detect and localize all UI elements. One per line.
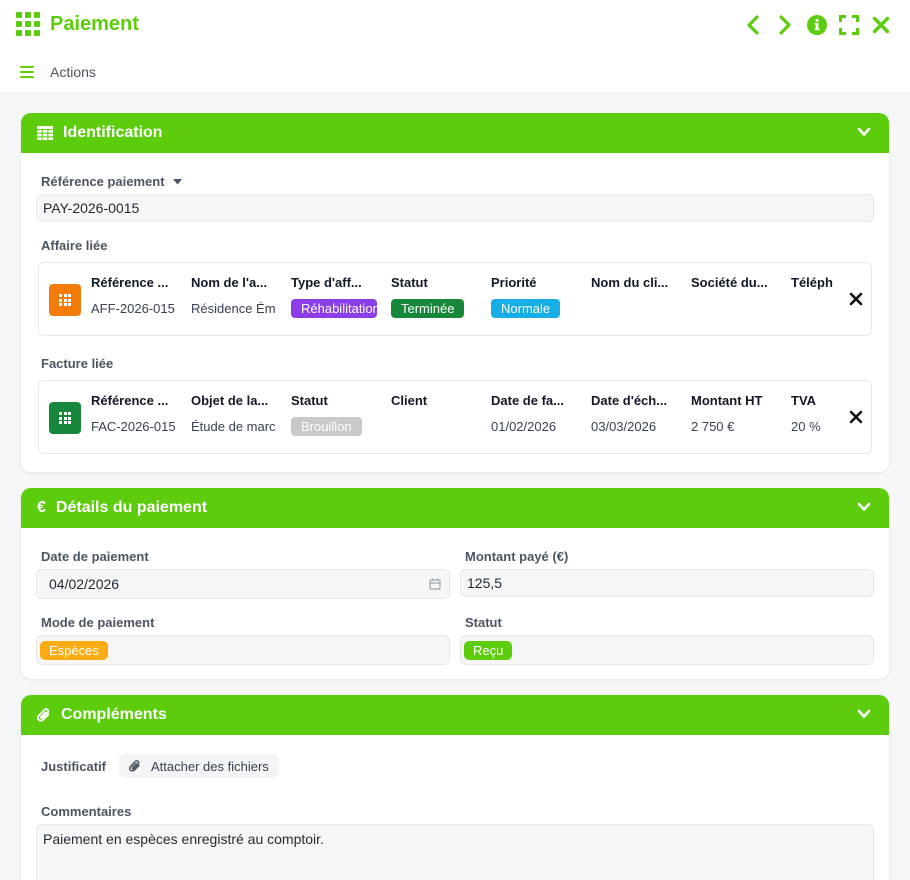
fullscreen-button[interactable]: [838, 14, 860, 36]
affaire-col-nom: Nom de l'a... Résidence Ém: [191, 275, 276, 316]
chevron-down-icon: [857, 502, 871, 511]
payment-details-header[interactable]: € Détails du paiement: [21, 488, 889, 528]
facture-label: Facture liée: [41, 356, 114, 371]
reference-field[interactable]: PAY-2026-0015: [36, 194, 874, 222]
comments-textarea[interactable]: Paiement en espèces enregistré au compto…: [36, 824, 874, 880]
date-field[interactable]: 04/02/2026: [36, 569, 450, 599]
date-label: Date de paiement: [41, 549, 149, 564]
complements-section: Compléments Justificatif Attacher des fi…: [21, 695, 889, 880]
menu-icon: [20, 66, 34, 78]
facture-col-date-echeance: Date d'éch... 03/03/2026: [591, 393, 668, 434]
info-button[interactable]: [806, 14, 828, 36]
affaire-record-icon: [49, 284, 81, 316]
identification-header[interactable]: Identification: [21, 113, 889, 153]
facture-col-tva: TVA 20 %: [791, 393, 821, 434]
identification-section: Identification Référence paiement PAY-20…: [21, 113, 889, 472]
page-title: Paiement: [50, 12, 139, 35]
facture-col-ref: Référence ... FAC-2026-015: [91, 393, 176, 434]
remove-affaire-icon[interactable]: [849, 292, 863, 306]
comments-label: Commentaires: [41, 804, 132, 819]
paperclip-icon: [37, 707, 51, 723]
facture-col-montant: Montant HT 2 750 €: [691, 393, 763, 434]
euro-icon: €: [37, 499, 46, 516]
affaire-col-societe: Société du...: [691, 275, 768, 290]
affaire-col-client: Nom du cli...: [591, 275, 669, 290]
linked-affaire-row[interactable]: Référence ... AFF-2026-015 Nom de l'a...…: [38, 262, 872, 336]
apps-grid-icon: [16, 12, 40, 36]
next-record-button[interactable]: [774, 14, 796, 36]
payment-mode-field[interactable]: Espèces: [36, 635, 450, 665]
remove-facture-icon[interactable]: [849, 410, 863, 424]
close-icon: [872, 16, 890, 34]
facture-record-icon: [49, 402, 81, 434]
amount-field[interactable]: 125,5: [460, 569, 874, 597]
affaire-label: Affaire liée: [41, 238, 108, 253]
facture-col-date-facture: Date de fa... 01/02/2026: [491, 393, 564, 434]
payment-window: Paiement Actions Identification Référenc…: [0, 0, 910, 880]
payment-mode-label: Mode de paiement: [41, 615, 155, 630]
expand-icon: [839, 15, 859, 35]
status-field[interactable]: Reçu: [460, 635, 874, 665]
facture-col-statut: Statut Brouillon: [291, 393, 377, 439]
identification-title: Identification: [63, 124, 163, 141]
justificatif-label: Justificatif: [41, 759, 107, 774]
affaire-col-priorite: Priorité Normale: [491, 275, 577, 321]
previous-record-button[interactable]: [742, 14, 764, 36]
date-value: 04/02/2026: [49, 576, 120, 592]
type-badge: Réhabilitation: [291, 299, 377, 318]
caret-down-icon[interactable]: [172, 178, 182, 185]
actions-menu[interactable]: Actions: [20, 64, 96, 80]
info-icon: [807, 15, 827, 35]
top-bar: Paiement Actions: [0, 0, 910, 92]
draft-badge: Brouillon: [291, 417, 362, 436]
app-title-group: Paiement: [16, 12, 139, 36]
affaire-col-type: Type d'aff... Réhabilitation: [291, 275, 377, 318]
linked-facture-row[interactable]: Référence ... FAC-2026-015 Objet de la..…: [38, 380, 872, 454]
chevron-right-icon: [779, 15, 791, 35]
facture-col-objet: Objet de la... Étude de marc: [191, 393, 276, 434]
complements-title: Compléments: [61, 706, 167, 723]
paperclip-icon: [129, 759, 141, 773]
status-badge: Terminée: [391, 299, 465, 318]
affaire-col-telephone: Téléph: [791, 275, 833, 290]
cash-badge: Espèces: [40, 640, 108, 660]
chevron-down-icon: [857, 127, 871, 136]
close-button[interactable]: [870, 14, 892, 36]
received-badge: Reçu: [464, 640, 513, 660]
attach-files-label: Attacher des fichiers: [151, 758, 269, 774]
window-controls: [742, 14, 892, 36]
status-label: Statut: [465, 615, 502, 630]
payment-details-section: € Détails du paiement Date de paiement 0…: [21, 488, 889, 679]
affaire-col-ref: Référence ... AFF-2026-015: [91, 275, 175, 316]
priority-badge: Normale: [491, 299, 561, 318]
reference-label: Référence paiement: [41, 174, 182, 189]
payment-details-title: Détails du paiement: [55, 499, 208, 516]
facture-col-client: Client: [391, 393, 428, 408]
complements-header[interactable]: Compléments: [21, 695, 889, 735]
amount-label: Montant payé (€): [465, 549, 569, 564]
affaire-col-statut: Statut Terminée: [391, 275, 477, 321]
chevron-left-icon: [747, 15, 759, 35]
table-icon: [37, 126, 53, 140]
attach-files-button[interactable]: Attacher des fichiers: [119, 754, 279, 778]
justificatif-row: Justificatif Attacher des fichiers: [21, 735, 889, 795]
calendar-icon[interactable]: [429, 578, 441, 590]
actions-label: Actions: [50, 64, 96, 80]
chevron-down-icon: [857, 709, 871, 718]
